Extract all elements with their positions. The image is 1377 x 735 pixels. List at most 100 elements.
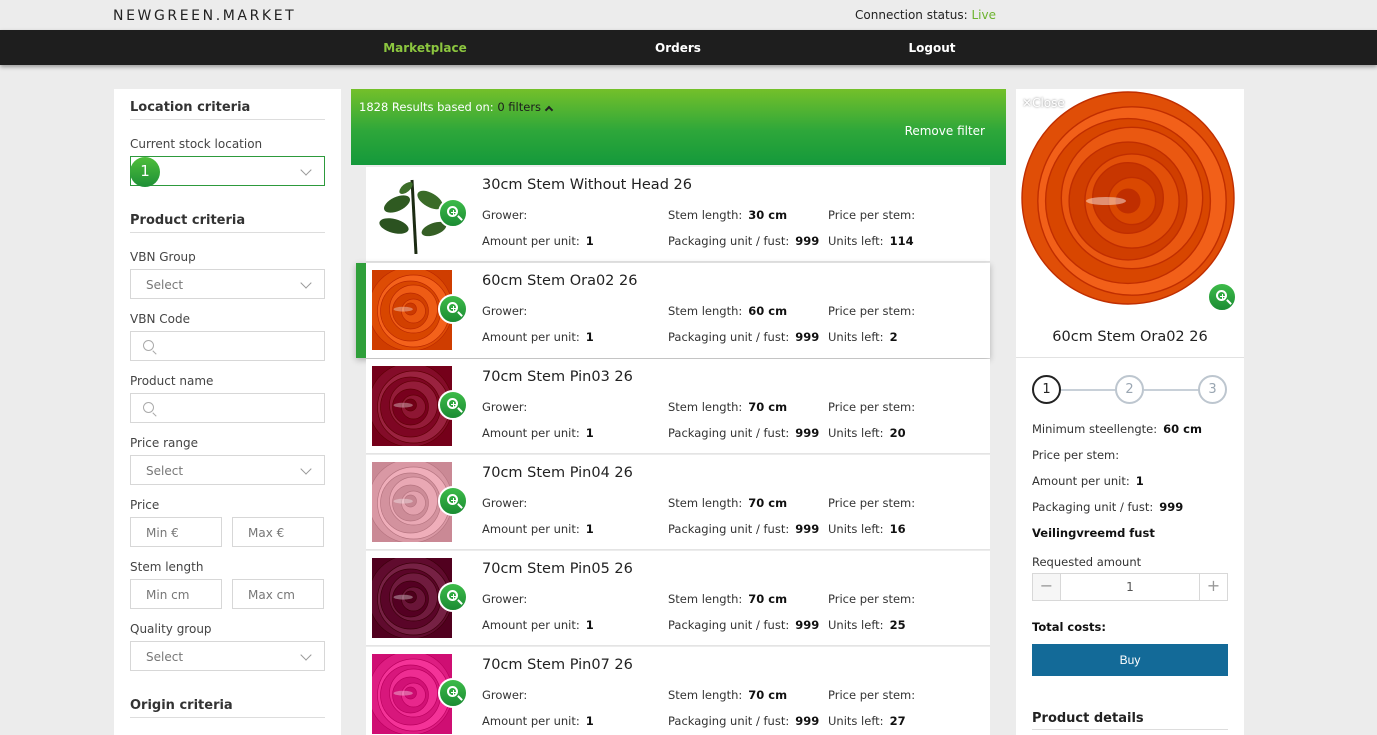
result-item[interactable]: 60cm Stem Ora02 26 Grower: Stem length: 60 … bbox=[356, 263, 990, 358]
price-label: Price per stem: bbox=[1032, 448, 1120, 462]
vbn-group-select[interactable]: Select bbox=[130, 269, 325, 299]
zoom-icon[interactable] bbox=[1207, 282, 1237, 312]
stem-max-input[interactable]: Max cm bbox=[232, 579, 324, 609]
amount-field: Amount per unit: 1 bbox=[482, 330, 594, 344]
zoom-icon[interactable] bbox=[438, 294, 468, 324]
stem-length-field: Stem length: 60 cm bbox=[668, 304, 787, 318]
stem-length-field: Stem length: 30 cm bbox=[668, 208, 787, 222]
amount-label: Amount per unit: bbox=[1032, 474, 1130, 488]
filters-toggle[interactable]: 0 filters bbox=[497, 100, 554, 115]
result-item[interactable]: 70cm Stem Pin04 26 Grower: Stem length: 70 … bbox=[366, 455, 990, 550]
stock-location-label: Current stock location bbox=[130, 137, 263, 151]
units-left-field: Units left: 27 bbox=[828, 714, 906, 728]
price-max-input[interactable]: Max € bbox=[232, 517, 324, 547]
product-name[interactable]: 60cm Stem Ora02 26 bbox=[482, 273, 637, 289]
price-range-select[interactable]: Select bbox=[130, 455, 325, 485]
rose-image bbox=[1016, 89, 1244, 317]
result-item[interactable]: 30cm Stem Without Head 26 Grower: Stem len… bbox=[366, 167, 990, 262]
stem-length-label: Stem length: bbox=[668, 688, 743, 702]
detail-product-name: 60cm Stem Ora02 26 bbox=[1052, 329, 1208, 345]
logo[interactable]: NEWGREEN.MARKET bbox=[113, 8, 296, 24]
packaging-field: Packaging unit / fust: 999 bbox=[668, 330, 819, 344]
packaging-row: Packaging unit / fust: 999 bbox=[1032, 500, 1183, 514]
product-criteria-title: Product criteria bbox=[130, 213, 325, 233]
buy-button[interactable]: Buy bbox=[1032, 644, 1228, 676]
price-field: Price per stem: bbox=[828, 592, 915, 606]
units-left-field: Units left: 2 bbox=[828, 330, 898, 344]
stem-length-field: Stem length: 70 cm bbox=[668, 592, 787, 606]
connection-status-value: Live bbox=[971, 8, 996, 22]
result-item[interactable]: 70cm Stem Pin03 26 Grower: Stem length: 70 … bbox=[366, 359, 990, 454]
stem-max-placeholder: Max cm bbox=[248, 588, 295, 602]
packaging-field: Packaging unit / fust: 999 bbox=[668, 522, 819, 536]
product-name[interactable]: 70cm Stem Pin03 26 bbox=[482, 369, 633, 385]
grower-label: Grower: bbox=[482, 592, 528, 606]
decrement-button[interactable]: − bbox=[1033, 574, 1061, 600]
amount-label: Amount per unit: bbox=[482, 234, 580, 248]
price-range-label: Price range bbox=[130, 436, 198, 450]
packaging-value: 999 bbox=[795, 330, 820, 344]
nav-orders[interactable]: Orders bbox=[655, 41, 701, 55]
product-name[interactable]: 70cm Stem Pin07 26 bbox=[482, 657, 633, 673]
quantity-stepper: − 1 + bbox=[1032, 573, 1228, 601]
connection-status: Connection status: Live bbox=[855, 8, 996, 22]
amount-label: Amount per unit: bbox=[482, 522, 580, 536]
zoom-icon[interactable] bbox=[438, 678, 468, 708]
vbn-group-value: Select bbox=[146, 278, 184, 292]
product-name[interactable]: 70cm Stem Pin05 26 bbox=[482, 561, 633, 577]
product-name-input[interactable] bbox=[130, 393, 325, 423]
price-field: Price per stem: bbox=[828, 208, 915, 222]
nav-marketplace[interactable]: Marketplace bbox=[383, 41, 467, 55]
result-item[interactable]: 70cm Stem Pin05 26 Grower: Stem length: 70 … bbox=[366, 551, 990, 646]
close-button[interactable]: ✕Close bbox=[1022, 96, 1065, 110]
chevron-down-icon bbox=[300, 164, 312, 176]
units-left-field: Units left: 16 bbox=[828, 522, 906, 536]
amount-value: 1 bbox=[585, 522, 594, 536]
product-name[interactable]: 70cm Stem Pin04 26 bbox=[482, 465, 633, 481]
min-stem-value: 60 cm bbox=[1163, 422, 1202, 436]
amount-value: 1 bbox=[585, 234, 594, 248]
amount-field: Amount per unit: 1 bbox=[482, 234, 594, 248]
zoom-icon[interactable] bbox=[438, 486, 468, 516]
price-label: Price per stem: bbox=[828, 592, 916, 606]
units-left-label: Units left: bbox=[828, 426, 884, 440]
quality-group-select[interactable]: Select bbox=[130, 641, 325, 671]
packaging-label: Packaging unit / fust: bbox=[668, 714, 790, 728]
step-3: 3 bbox=[1198, 375, 1227, 404]
packaging-label: Packaging unit / fust: bbox=[668, 426, 790, 440]
result-item[interactable]: 70cm Stem Pin07 26 Grower: Stem length: 70 … bbox=[366, 647, 990, 735]
units-left-field: Units left: 114 bbox=[828, 234, 914, 248]
packaging-field: Packaging unit / fust: 999 bbox=[668, 618, 819, 632]
increment-button[interactable]: + bbox=[1199, 574, 1227, 600]
stem-min-input[interactable]: Min cm bbox=[130, 579, 222, 609]
vbn-code-input[interactable] bbox=[130, 331, 325, 361]
product-details-heading[interactable]: Product details bbox=[1032, 711, 1228, 730]
search-icon bbox=[143, 340, 154, 351]
remove-filter-link[interactable]: Remove filter bbox=[905, 124, 985, 138]
zoom-icon[interactable] bbox=[438, 198, 468, 228]
vbn-group-label: VBN Group bbox=[130, 250, 196, 264]
zoom-icon[interactable] bbox=[438, 582, 468, 612]
packaging-field: Packaging unit / fust: 999 bbox=[668, 714, 819, 728]
product-name[interactable]: 30cm Stem Without Head 26 bbox=[482, 177, 692, 193]
search-icon bbox=[143, 402, 154, 413]
stock-location-badge: 1 bbox=[130, 157, 160, 187]
packaging-label: Packaging unit / fust: bbox=[1032, 500, 1154, 514]
min-stem-label: Minimum steellengte: bbox=[1032, 422, 1158, 436]
price-label: Price per stem: bbox=[828, 208, 916, 222]
quality-group-label: Quality group bbox=[130, 622, 212, 636]
packaging-value: 999 bbox=[1159, 500, 1184, 514]
stem-length-value: 70 cm bbox=[748, 592, 788, 606]
price-label: Price per stem: bbox=[828, 304, 916, 318]
packaging-value: 999 bbox=[795, 714, 820, 728]
step-2: 2 bbox=[1115, 375, 1144, 404]
zoom-icon[interactable] bbox=[438, 390, 468, 420]
selected-indicator bbox=[356, 263, 366, 358]
results-count-text: 1828 Results based on: bbox=[359, 100, 494, 114]
price-min-input[interactable]: Min € bbox=[130, 517, 222, 547]
stock-location-select[interactable]: 1 bbox=[130, 156, 325, 187]
quantity-input[interactable]: 1 bbox=[1061, 580, 1199, 594]
stem-length-value: 70 cm bbox=[748, 496, 788, 510]
price-label: Price per stem: bbox=[828, 688, 916, 702]
nav-logout[interactable]: Logout bbox=[908, 41, 955, 55]
